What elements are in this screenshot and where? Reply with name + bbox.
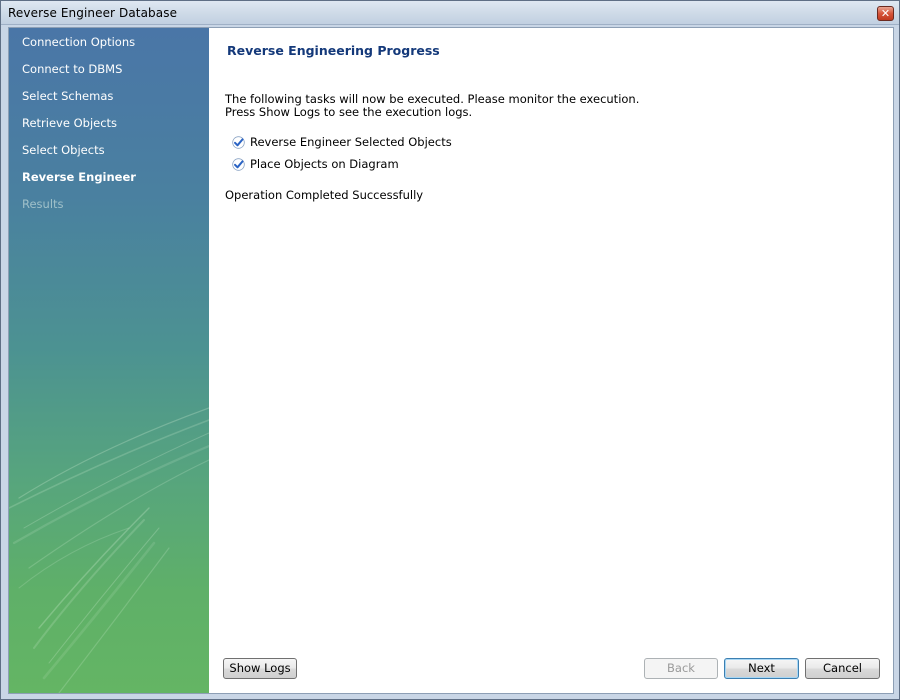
show-logs-button[interactable]: Show Logs [223, 658, 297, 679]
description-line-1: The following tasks will now be executed… [225, 92, 640, 106]
sidebar-item-retrieve-objects[interactable]: Retrieve Objects [22, 116, 117, 130]
checkmark-icon [232, 158, 245, 171]
dialog-client-area: Connection Options Connect to DBMS Selec… [8, 27, 894, 694]
window-title: Reverse Engineer Database [8, 6, 178, 20]
description-line-2: Press Show Logs to see the execution log… [225, 105, 473, 119]
close-button[interactable]: ✕ [877, 6, 894, 21]
title-bar[interactable]: Reverse Engineer Database ✕ [1, 1, 899, 25]
wizard-sidebar: Connection Options Connect to DBMS Selec… [9, 28, 209, 693]
sidebar-item-results: Results [22, 197, 64, 211]
cancel-button[interactable]: Cancel [805, 658, 880, 679]
dialog-window: Reverse Engineer Database ✕ Connection O… [0, 0, 900, 700]
task-label: Reverse Engineer Selected Objects [250, 135, 452, 149]
back-button: Back [644, 658, 718, 679]
close-icon: ✕ [880, 7, 891, 20]
page-title: Reverse Engineering Progress [227, 43, 440, 58]
next-button[interactable]: Next [724, 658, 799, 679]
sidebar-item-reverse-engineer[interactable]: Reverse Engineer [22, 170, 136, 184]
sidebar-item-select-schemas[interactable]: Select Schemas [22, 89, 113, 103]
sidebar-item-connection-options[interactable]: Connection Options [22, 35, 135, 49]
wizard-content: Reverse Engineering Progress The followi… [209, 28, 893, 693]
status-message: Operation Completed Successfully [225, 188, 424, 202]
sidebar-item-connect-to-dbms[interactable]: Connect to DBMS [22, 62, 122, 76]
sidebar-item-select-objects[interactable]: Select Objects [22, 143, 105, 157]
checkmark-icon [232, 136, 245, 149]
task-label: Place Objects on Diagram [250, 157, 399, 171]
